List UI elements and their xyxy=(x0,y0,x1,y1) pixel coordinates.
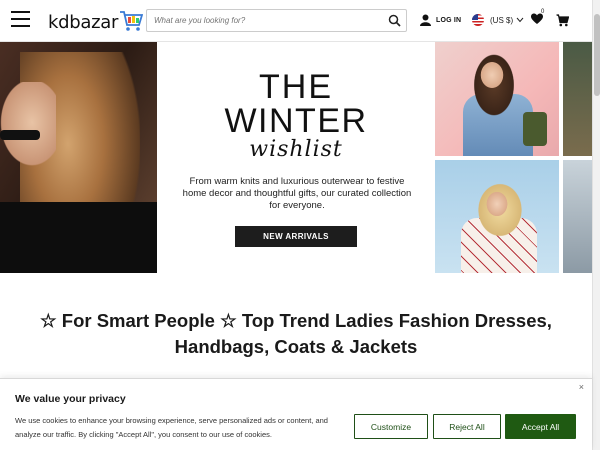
hero-title-script: wishlist xyxy=(249,137,343,162)
hero-promo: THE WINTER wishlist From warm knits and … xyxy=(157,42,435,273)
us-flag-icon xyxy=(472,14,484,26)
cookie-consent-banner: × We value your privacy We use cookies t… xyxy=(0,378,592,450)
hero-title-line1: THE xyxy=(259,68,333,106)
site-header: kdbazar LOG IN (US $) 0 xyxy=(0,0,592,42)
hero-description: From warm knits and luxurious outerwear … xyxy=(182,176,412,211)
site-logo[interactable]: kdbazar xyxy=(48,8,144,34)
close-icon[interactable]: × xyxy=(579,382,584,392)
cookie-title: We value your privacy xyxy=(15,393,126,405)
hero-model-image-left[interactable] xyxy=(0,42,157,273)
section-headline: ☆ For Smart People ☆ Top Trend Ladies Fa… xyxy=(20,308,572,360)
scrollbar-thumb[interactable] xyxy=(594,14,600,96)
headline-line1: ☆ For Smart People ☆ Top Trend Ladies Fa… xyxy=(40,310,552,331)
user-icon xyxy=(420,14,431,26)
menu-hamburger-icon[interactable] xyxy=(11,11,30,27)
accept-all-button[interactable]: Accept All xyxy=(505,414,576,439)
chevron-down-icon xyxy=(516,17,524,23)
currency-label: (US $) xyxy=(490,15,514,25)
vertical-scrollbar[interactable] xyxy=(592,0,600,450)
login-label: LOG IN xyxy=(436,16,462,24)
hero-model-image-edge-top[interactable] xyxy=(563,42,592,156)
hero-model-image-denim[interactable] xyxy=(435,42,559,156)
search-icon[interactable] xyxy=(388,14,401,27)
logo-text: kdbazar xyxy=(48,12,119,33)
wishlist-count-badge: 0 xyxy=(541,9,545,15)
logo-cart-icon xyxy=(120,11,144,31)
hero-title-line2: WINTER xyxy=(224,102,368,140)
search-box xyxy=(146,9,407,32)
currency-selector[interactable]: (US $) xyxy=(472,14,524,26)
hero-model-image-edge-bottom[interactable] xyxy=(563,160,592,273)
new-arrivals-button[interactable]: NEW ARRIVALS xyxy=(235,226,357,247)
hero-model-image-blonde[interactable] xyxy=(435,160,559,273)
login-link[interactable]: LOG IN xyxy=(420,14,461,26)
reject-all-button[interactable]: Reject All xyxy=(433,414,501,439)
cookie-description: We use cookies to enhance your browsing … xyxy=(15,416,328,439)
customize-button[interactable]: Customize xyxy=(354,414,428,439)
search-input[interactable] xyxy=(147,10,377,31)
cart-icon[interactable] xyxy=(556,14,569,27)
headline-line2: Handbags, Coats & Jackets xyxy=(174,336,418,357)
